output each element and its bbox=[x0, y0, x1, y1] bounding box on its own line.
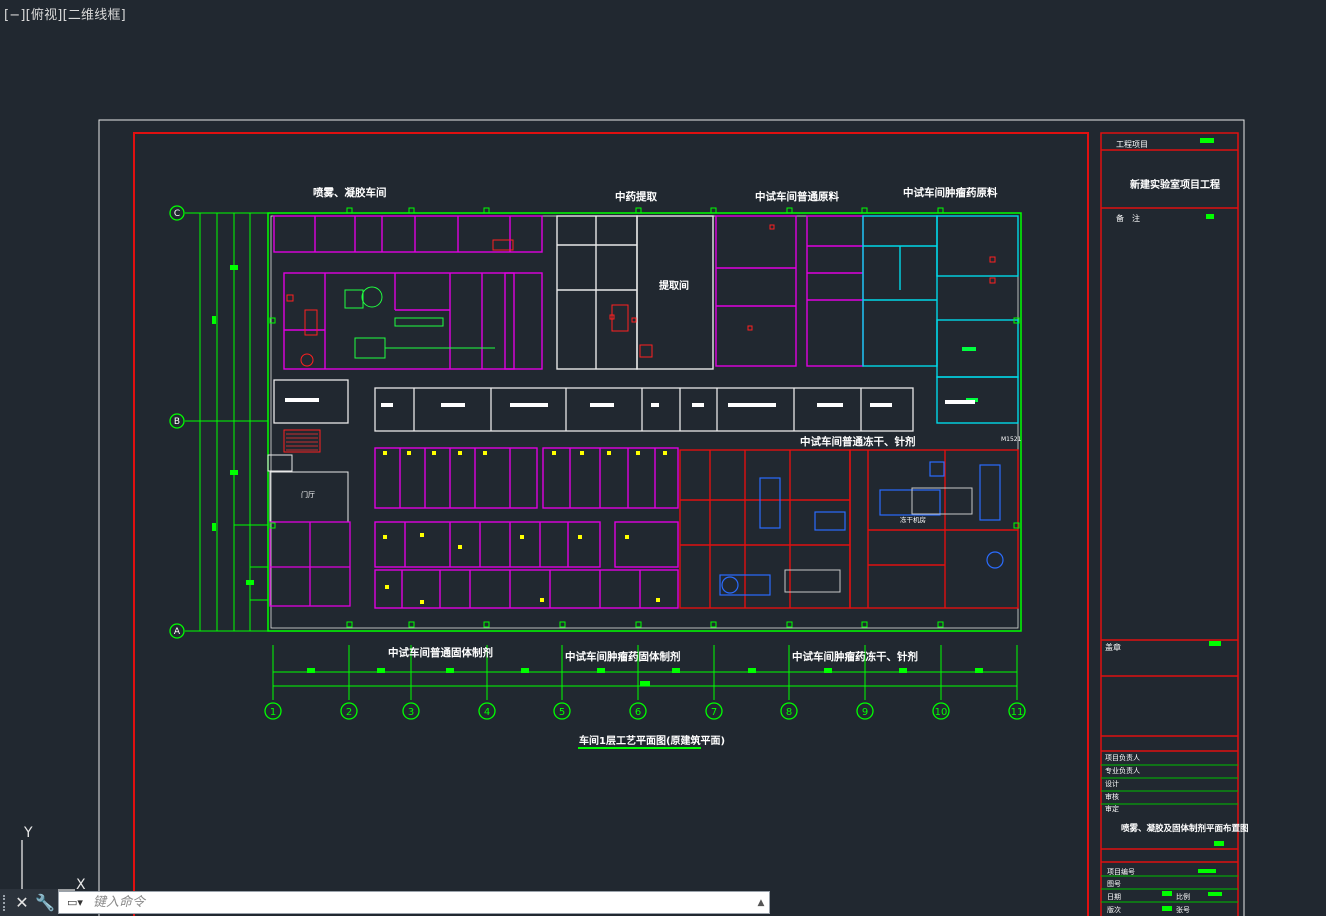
title-block-stamp-label: 盖章 bbox=[1105, 642, 1121, 652]
svg-text:专业负责人: 专业负责人 bbox=[1105, 766, 1140, 775]
svg-text:8: 8 bbox=[786, 707, 792, 718]
zone-title-tcm: 中药提取 bbox=[615, 190, 657, 203]
solid-dosage-walls bbox=[374, 447, 679, 609]
svg-text:图号: 图号 bbox=[1107, 880, 1121, 888]
zone-title-pilot-tumor-freeze: 中试车间肿瘤药冻干、针剂 bbox=[792, 650, 918, 663]
freeze-dry-walls bbox=[679, 449, 1019, 609]
stair-core bbox=[267, 429, 321, 472]
row-axis-a: A bbox=[174, 627, 181, 637]
command-input[interactable] bbox=[91, 894, 753, 911]
svg-text:张号: 张号 bbox=[1176, 905, 1190, 914]
room-label-gate: 门厅 bbox=[301, 490, 315, 499]
left-dimension-ticks bbox=[212, 265, 254, 585]
svg-text:2: 2 bbox=[346, 707, 352, 718]
row-axis-labels: C B A bbox=[174, 209, 181, 637]
title-block-footer: 项目编号 图号 日期 比例 版次 张号 bbox=[1107, 867, 1190, 914]
svg-text:5: 5 bbox=[559, 707, 565, 718]
svg-text:10: 10 bbox=[935, 707, 948, 718]
title-block-markers bbox=[1162, 138, 1224, 911]
svg-text:7: 7 bbox=[711, 707, 717, 718]
room-label-extraction: 提取间 bbox=[659, 279, 689, 292]
cad-drawing-canvas[interactable]: 工程项目 新建实验室项目工程 备 注 盖章 项目负责人 专业负责人 设计 审核 … bbox=[0, 0, 1326, 916]
spray-gel-workshop-walls bbox=[273, 215, 543, 370]
terminal-icon[interactable]: ▭▾ bbox=[59, 892, 91, 913]
door-tag: M1521 bbox=[1001, 436, 1022, 443]
building-inner-wall bbox=[270, 215, 1019, 629]
svg-text:项目编号: 项目编号 bbox=[1107, 867, 1135, 876]
zone-title-pilot-raw: 中试车间普通原料 bbox=[755, 190, 839, 203]
column-markers bbox=[269, 207, 1020, 628]
row-axis-c: C bbox=[174, 209, 180, 219]
column-axis-labels: 1 2 3 4 5 6 7 8 9 10 11 bbox=[270, 707, 1024, 718]
command-input-wrap: ▭▾ ▲ bbox=[58, 891, 770, 914]
svg-text:版次: 版次 bbox=[1107, 905, 1121, 914]
title-block bbox=[1100, 132, 1239, 916]
building-outline bbox=[267, 212, 1022, 632]
lobby-south-rooms bbox=[269, 521, 351, 607]
zone-title-spray: 喷雾、凝胶车间 bbox=[313, 186, 387, 199]
pilot-raw-red-equipment bbox=[747, 224, 996, 331]
title-block-project-label: 工程项目 bbox=[1116, 140, 1148, 149]
svg-text:审核: 审核 bbox=[1105, 792, 1119, 801]
svg-text:6: 6 bbox=[635, 707, 641, 718]
room-label-freeze-dry: 冻干机房 bbox=[900, 515, 926, 524]
drag-grip-icon[interactable] bbox=[3, 894, 9, 911]
pilot-tumor-raw-walls bbox=[862, 215, 1019, 424]
zone-title-pilot-tumor-raw: 中试车间肿瘤药原料 bbox=[903, 186, 998, 199]
title-block-drawing-name: 喷雾、凝胶及固体制剂平面布置图 bbox=[1121, 823, 1249, 834]
zone-title-pilot-freeze: 中试车间普通冻干、针剂 bbox=[800, 435, 916, 448]
ucs-icon bbox=[21, 840, 75, 891]
pilot-tumor-raw-green-rooms bbox=[962, 347, 978, 402]
ucs-y-label: Y bbox=[23, 825, 33, 841]
bottom-dimension-ticks bbox=[307, 668, 983, 686]
command-line-tools: ✕ 🔧 bbox=[0, 889, 58, 916]
wrench-icon[interactable]: 🔧 bbox=[35, 893, 55, 912]
svg-text:日期: 日期 bbox=[1107, 893, 1121, 901]
zone-title-pilot-tumor-solid: 中试车间肿瘤药固体制剂 bbox=[565, 650, 681, 663]
drawing-caption: 车间1层工艺平面图(原建筑平面) bbox=[579, 734, 725, 747]
svg-text:1: 1 bbox=[270, 707, 276, 718]
freeze-dry-blue-equipment bbox=[719, 461, 1004, 596]
svg-text:审定: 审定 bbox=[1105, 804, 1119, 813]
corridor-room-tags bbox=[285, 398, 975, 407]
svg-text:9: 9 bbox=[862, 707, 868, 718]
zone-title-pilot-solid: 中试车间普通固体制剂 bbox=[388, 646, 493, 659]
freeze-dry-grey-equipment bbox=[784, 487, 973, 593]
row-axis-b: B bbox=[174, 417, 180, 427]
close-icon[interactable]: ✕ bbox=[13, 893, 31, 912]
svg-text:设计: 设计 bbox=[1105, 779, 1119, 788]
command-line: ✕ 🔧 ▭▾ ▲ bbox=[0, 889, 770, 916]
tcm-extract-walls bbox=[556, 215, 714, 370]
tcm-red-equipment bbox=[609, 304, 653, 358]
spray-gel-green-equipment bbox=[344, 286, 495, 359]
svg-text:比例: 比例 bbox=[1176, 892, 1190, 901]
svg-text:3: 3 bbox=[408, 707, 414, 718]
title-block-project-name: 新建实验室项目工程 bbox=[1130, 178, 1220, 191]
svg-text:11: 11 bbox=[1011, 707, 1024, 718]
left-dimension-lines bbox=[185, 212, 268, 632]
pilot-raw-walls bbox=[715, 215, 864, 367]
scroll-up-icon[interactable]: ▲ bbox=[753, 898, 769, 908]
column-axis-bubbles bbox=[264, 702, 1026, 720]
svg-text:4: 4 bbox=[484, 707, 490, 718]
zone-titles: 喷雾、凝胶车间 中药提取 中试车间普通原料 中试车间肿瘤药原料 中试车间普通冻干… bbox=[313, 186, 998, 663]
title-block-remarks-label: 备 注 bbox=[1116, 213, 1140, 223]
spray-gel-red-equipment bbox=[286, 239, 514, 367]
svg-text:项目负责人: 项目负责人 bbox=[1105, 753, 1140, 762]
